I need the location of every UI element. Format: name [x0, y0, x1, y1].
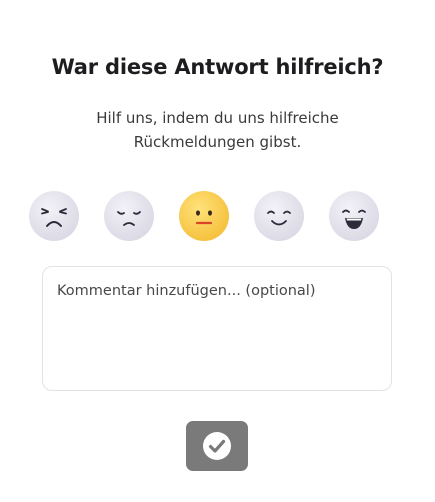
laughing-face-icon	[329, 191, 379, 241]
rating-option-neutral[interactable]	[178, 190, 230, 242]
sad-face-icon	[104, 191, 154, 241]
comment-input[interactable]	[42, 266, 392, 391]
rating-option-sad[interactable]	[103, 190, 155, 242]
dialog-title: War diese Antwort hilfreich?	[51, 55, 384, 79]
rating-option-smiling[interactable]	[253, 190, 305, 242]
rating-option-laughing[interactable]	[328, 190, 380, 242]
feedback-dialog: War diese Antwort hilfreich? Hilf uns, i…	[0, 0, 435, 502]
dialog-subtitle: Hilf uns, indem du uns hilfreiche Rückme…	[96, 109, 339, 151]
rating-faces	[0, 190, 435, 242]
smiling-face-icon	[254, 191, 304, 241]
submit-button[interactable]	[186, 421, 248, 471]
angry-face-icon	[29, 191, 79, 241]
check-circle-icon	[203, 432, 231, 460]
rating-option-angry[interactable]	[28, 190, 80, 242]
neutral-face-icon	[179, 191, 229, 241]
